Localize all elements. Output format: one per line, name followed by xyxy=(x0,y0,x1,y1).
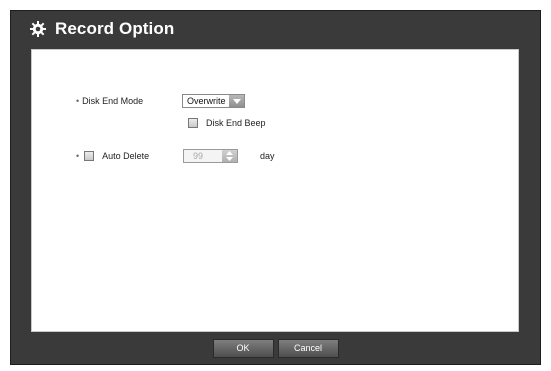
record-option-dialog: Record Option • Disk End Mode Overwrite … xyxy=(10,10,541,365)
auto-delete-row: • Auto Delete xyxy=(76,151,149,161)
settings-panel: • Disk End Mode Overwrite Disk End Beep … xyxy=(31,49,519,332)
disk-end-beep-checkbox[interactable] xyxy=(188,118,198,128)
bullet-icon: • xyxy=(76,151,80,161)
auto-delete-unit-label: day xyxy=(260,151,275,161)
dialog-titlebar: Record Option xyxy=(11,11,540,47)
chevron-down-icon[interactable] xyxy=(229,95,244,107)
ok-button[interactable]: OK xyxy=(212,338,274,358)
auto-delete-days-value: 99 xyxy=(193,151,204,161)
auto-delete-checkbox[interactable] xyxy=(84,151,95,161)
auto-delete-days-stepper[interactable]: 99 xyxy=(183,149,238,163)
stepper-arrows-icon[interactable] xyxy=(222,150,237,162)
disk-end-mode-value: Overwrite xyxy=(187,96,226,106)
auto-delete-unit: day xyxy=(260,151,275,161)
disk-end-mode-select[interactable]: Overwrite xyxy=(182,94,245,108)
disk-end-mode-label: Disk End Mode xyxy=(82,96,144,106)
dialog-title: Record Option xyxy=(55,19,175,38)
disk-end-mode-row: • Disk End Mode xyxy=(76,96,143,106)
auto-delete-label: Auto Delete xyxy=(102,151,150,161)
cancel-button[interactable]: Cancel xyxy=(277,338,339,358)
disk-end-beep-row: Disk End Beep xyxy=(188,118,266,128)
gear-icon xyxy=(29,20,47,38)
dialog-footer: OK Cancel xyxy=(11,333,540,363)
disk-end-beep-label: Disk End Beep xyxy=(206,118,266,128)
bullet-icon: • xyxy=(76,96,80,106)
